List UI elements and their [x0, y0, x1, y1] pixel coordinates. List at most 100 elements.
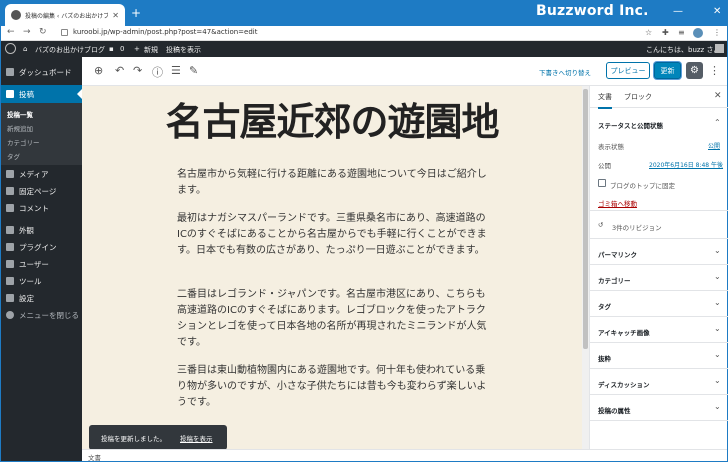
visibility-value-link[interactable]: 公開	[708, 141, 720, 150]
scrollbar-thumb[interactable]	[583, 89, 588, 349]
visibility-label: 表示状態	[598, 143, 624, 151]
browser-window: 投稿の編集 ‹ バズのお出かけブログ ✕ + Buzzword Inc. — ✕…	[0, 0, 728, 462]
collapse-menu[interactable]: メニューを閉じる	[1, 306, 82, 324]
greeting-text[interactable]: こんにちは、buzz さん	[646, 45, 720, 55]
sidebar-item-appearance[interactable]: 外観	[1, 221, 82, 239]
collapse-icon	[6, 311, 14, 319]
back-icon[interactable]: ←	[7, 27, 15, 37]
info-icon[interactable]: ⓘ	[152, 64, 163, 80]
minimize-icon[interactable]: —	[673, 6, 683, 17]
posts-submenu: 投稿一覧 新規追加 カテゴリー タグ	[1, 103, 82, 165]
new-tab-icon[interactable]: +	[131, 6, 141, 20]
close-icon[interactable]: ✕	[714, 91, 722, 101]
chevron-down-icon: ⌄	[714, 376, 721, 385]
tags-panel[interactable]: タグ ⌄	[590, 291, 728, 317]
snackbar-message: 投稿を更新しました。	[101, 434, 166, 443]
wordpress-favicon-icon	[11, 10, 21, 20]
featured-image-panel[interactable]: アイキャッチ画像 ⌄	[590, 317, 728, 343]
lock-icon	[61, 29, 68, 36]
settings-sidebar: 文書 ブロック ✕ ステータスと公開状態 ⌃ 表示状態 公開 公開 2020年6…	[589, 86, 728, 449]
home-icon: ⌂	[23, 45, 28, 53]
menu-list-icon[interactable]: ≡	[678, 28, 685, 37]
sidebar-item-tools[interactable]: ツール	[1, 272, 82, 290]
settings-gear-icon[interactable]: ⚙	[686, 62, 703, 79]
forward-icon[interactable]: →	[23, 27, 31, 37]
chevron-down-icon: ⌄	[714, 298, 721, 307]
redo-icon[interactable]: ↷	[133, 64, 142, 77]
block-breadcrumb[interactable]: 文書	[82, 449, 727, 462]
panel-title[interactable]: ステータスと公開状態	[598, 120, 663, 130]
brand-watermark: Buzzword Inc.	[536, 3, 649, 19]
extension-icon[interactable]: ✚	[662, 28, 669, 37]
sidebar-item-plugins[interactable]: プラグイン	[1, 238, 82, 256]
profile-avatar[interactable]	[693, 28, 703, 38]
paragraph-block[interactable]: 名古屋市から気軽に行ける距離にある遊園地について今日はご紹介します。	[177, 167, 487, 199]
more-options-icon[interactable]: ⋮	[709, 64, 720, 77]
canvas-scrollbar[interactable]	[582, 86, 589, 449]
close-tab-icon[interactable]: ✕	[112, 11, 119, 20]
reload-icon[interactable]: ↻	[39, 27, 47, 37]
switch-to-draft-button[interactable]: 下書きへ切り替え	[539, 67, 591, 77]
post-title[interactable]: 名古屋近郊の遊園地	[82, 91, 582, 146]
new-content-link[interactable]: 新規	[144, 45, 158, 55]
url-field[interactable]: kuroobi.jp/wp-admin/post.php?post=47&act…	[73, 28, 258, 36]
user-icon	[6, 260, 14, 268]
revisions-panel[interactable]: ↺ 3件のリビジョン	[590, 211, 728, 239]
categories-panel[interactable]: カテゴリー ⌄	[590, 265, 728, 291]
browser-menu-icon[interactable]: ⋮	[713, 28, 721, 37]
settings-tabs: 文書 ブロック ✕	[590, 86, 728, 109]
plus-icon: +	[134, 45, 140, 53]
submenu-categories[interactable]: カテゴリー	[7, 137, 40, 147]
sidebar-item-users[interactable]: ユーザー	[1, 255, 82, 273]
chevron-down-icon: ⌄	[714, 402, 721, 411]
status-visibility-panel: ステータスと公開状態 ⌃ 表示状態 公開 公開 2020年6月16日 8:48 …	[590, 108, 728, 211]
post-attributes-panel[interactable]: 投稿の属性 ⌄	[590, 395, 728, 421]
preview-button[interactable]: プレビュー	[606, 62, 650, 79]
publish-date-link[interactable]: 2020年6月16日 8:48 午後	[649, 160, 723, 169]
view-post-link[interactable]: 投稿を表示	[166, 45, 201, 55]
chevron-down-icon: ⌄	[714, 246, 721, 255]
edit-pencil-icon[interactable]: ✎	[189, 64, 198, 77]
permalink-panel[interactable]: パーマリンク ⌄	[590, 239, 728, 265]
paragraph-block[interactable]: 二番目はレゴランド・ジャパンです。名古屋市港区にあり、こちらも高速道路のICのす…	[177, 287, 487, 351]
discussion-panel[interactable]: ディスカッション ⌄	[590, 369, 728, 395]
chevron-down-icon: ⌄	[714, 272, 721, 281]
submenu-add-new[interactable]: 新規追加	[7, 123, 33, 133]
sidebar-item-dashboard[interactable]: ダッシュボード	[1, 63, 82, 81]
sidebar-item-media[interactable]: メディア	[1, 165, 82, 183]
paragraph-block[interactable]: 最初はナガシマスパーランドです。三重県桑名市にあり、高速道路のICのすぐそばにあ…	[177, 211, 487, 259]
excerpt-panel[interactable]: 抜粋 ⌄	[590, 343, 728, 369]
comment-icon[interactable]: ▪	[109, 45, 114, 53]
dashboard-icon	[6, 68, 14, 76]
sidebar-item-posts[interactable]: 投稿	[1, 85, 82, 103]
user-avatar[interactable]	[715, 44, 724, 53]
wordpress-logo-icon[interactable]	[5, 43, 16, 54]
update-button[interactable]: 更新	[654, 62, 681, 79]
paragraph-block[interactable]: 三番目は東山動植物園内にある遊園地です。何十年も使われている乗り物が多いのですが…	[177, 363, 487, 411]
submenu-all-posts[interactable]: 投稿一覧	[7, 109, 33, 119]
site-name-link[interactable]: バズのお出かけブログ	[35, 45, 105, 55]
revisions-link[interactable]: 3件のリビジョン	[612, 222, 662, 232]
sidebar-item-settings[interactable]: 設定	[1, 289, 82, 307]
block-navigation-icon[interactable]: ☰	[171, 64, 181, 77]
tab-block[interactable]: ブロック	[624, 92, 652, 102]
undo-icon[interactable]: ↶	[115, 64, 124, 77]
add-block-icon[interactable]: ⊕	[94, 64, 103, 77]
sticky-checkbox[interactable]	[598, 179, 606, 187]
wrench-icon	[6, 277, 14, 285]
settings-icon	[6, 294, 14, 302]
sticky-label: ブログのトップに固定	[610, 182, 675, 190]
publish-label: 公開	[598, 162, 611, 170]
star-icon[interactable]: ☆	[645, 28, 652, 37]
sidebar-item-pages[interactable]: 固定ページ	[1, 182, 82, 200]
browser-titlebar: 投稿の編集 ‹ バズのお出かけブログ ✕ + Buzzword Inc. — ✕	[1, 1, 727, 26]
snackbar-view-post-link[interactable]: 投稿を表示	[180, 433, 213, 443]
browser-tab[interactable]: 投稿の編集 ‹ バズのお出かけブログ ✕	[5, 4, 125, 26]
tab-document[interactable]: 文書	[598, 92, 612, 109]
sidebar-item-comments[interactable]: コメント	[1, 199, 82, 217]
submenu-tags[interactable]: タグ	[7, 151, 20, 161]
window-close-icon[interactable]: ✕	[713, 6, 721, 17]
chevron-up-icon[interactable]: ⌃	[714, 118, 721, 127]
move-to-trash-link[interactable]: ゴミ箱へ移動	[598, 198, 637, 208]
chevron-down-icon: ⌄	[714, 350, 721, 359]
